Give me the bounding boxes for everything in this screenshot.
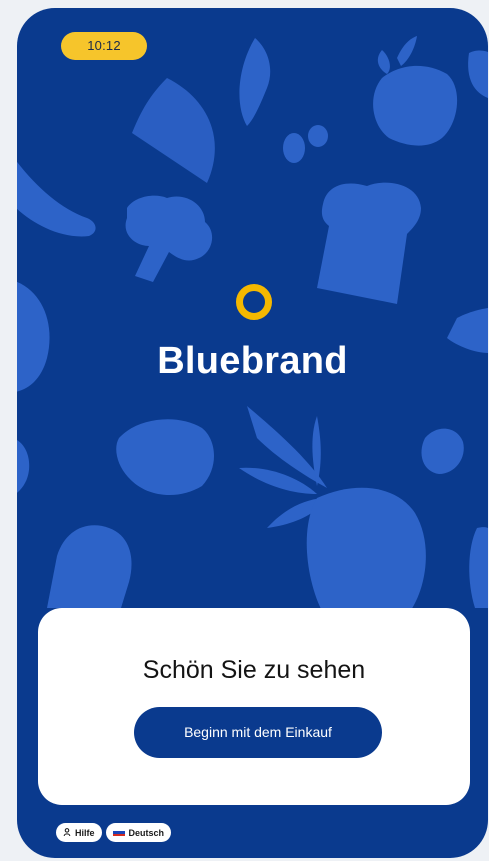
language-button[interactable]: Deutsch bbox=[105, 823, 172, 842]
start-shopping-button[interactable]: Beginn mit dem Einkauf bbox=[134, 707, 382, 758]
person-icon bbox=[63, 827, 71, 838]
app-screen: 10:12 Bluebrand Schön Sie zu sehen Begin… bbox=[17, 8, 488, 858]
help-button[interactable]: Hilfe bbox=[56, 823, 102, 842]
welcome-title: Schön Sie zu sehen bbox=[142, 656, 366, 684]
brand-name: Bluebrand bbox=[157, 340, 348, 382]
logo-ring-icon bbox=[236, 284, 272, 320]
footer-chips: Hilfe Deutsch bbox=[56, 823, 172, 842]
welcome-card: Schön Sie zu sehen Beginn mit dem Einkau… bbox=[38, 608, 470, 805]
help-label: Hilfe bbox=[75, 827, 95, 838]
status-time: 10:12 bbox=[61, 32, 147, 60]
flag-icon bbox=[112, 828, 125, 837]
language-label: Deutsch bbox=[128, 827, 165, 838]
